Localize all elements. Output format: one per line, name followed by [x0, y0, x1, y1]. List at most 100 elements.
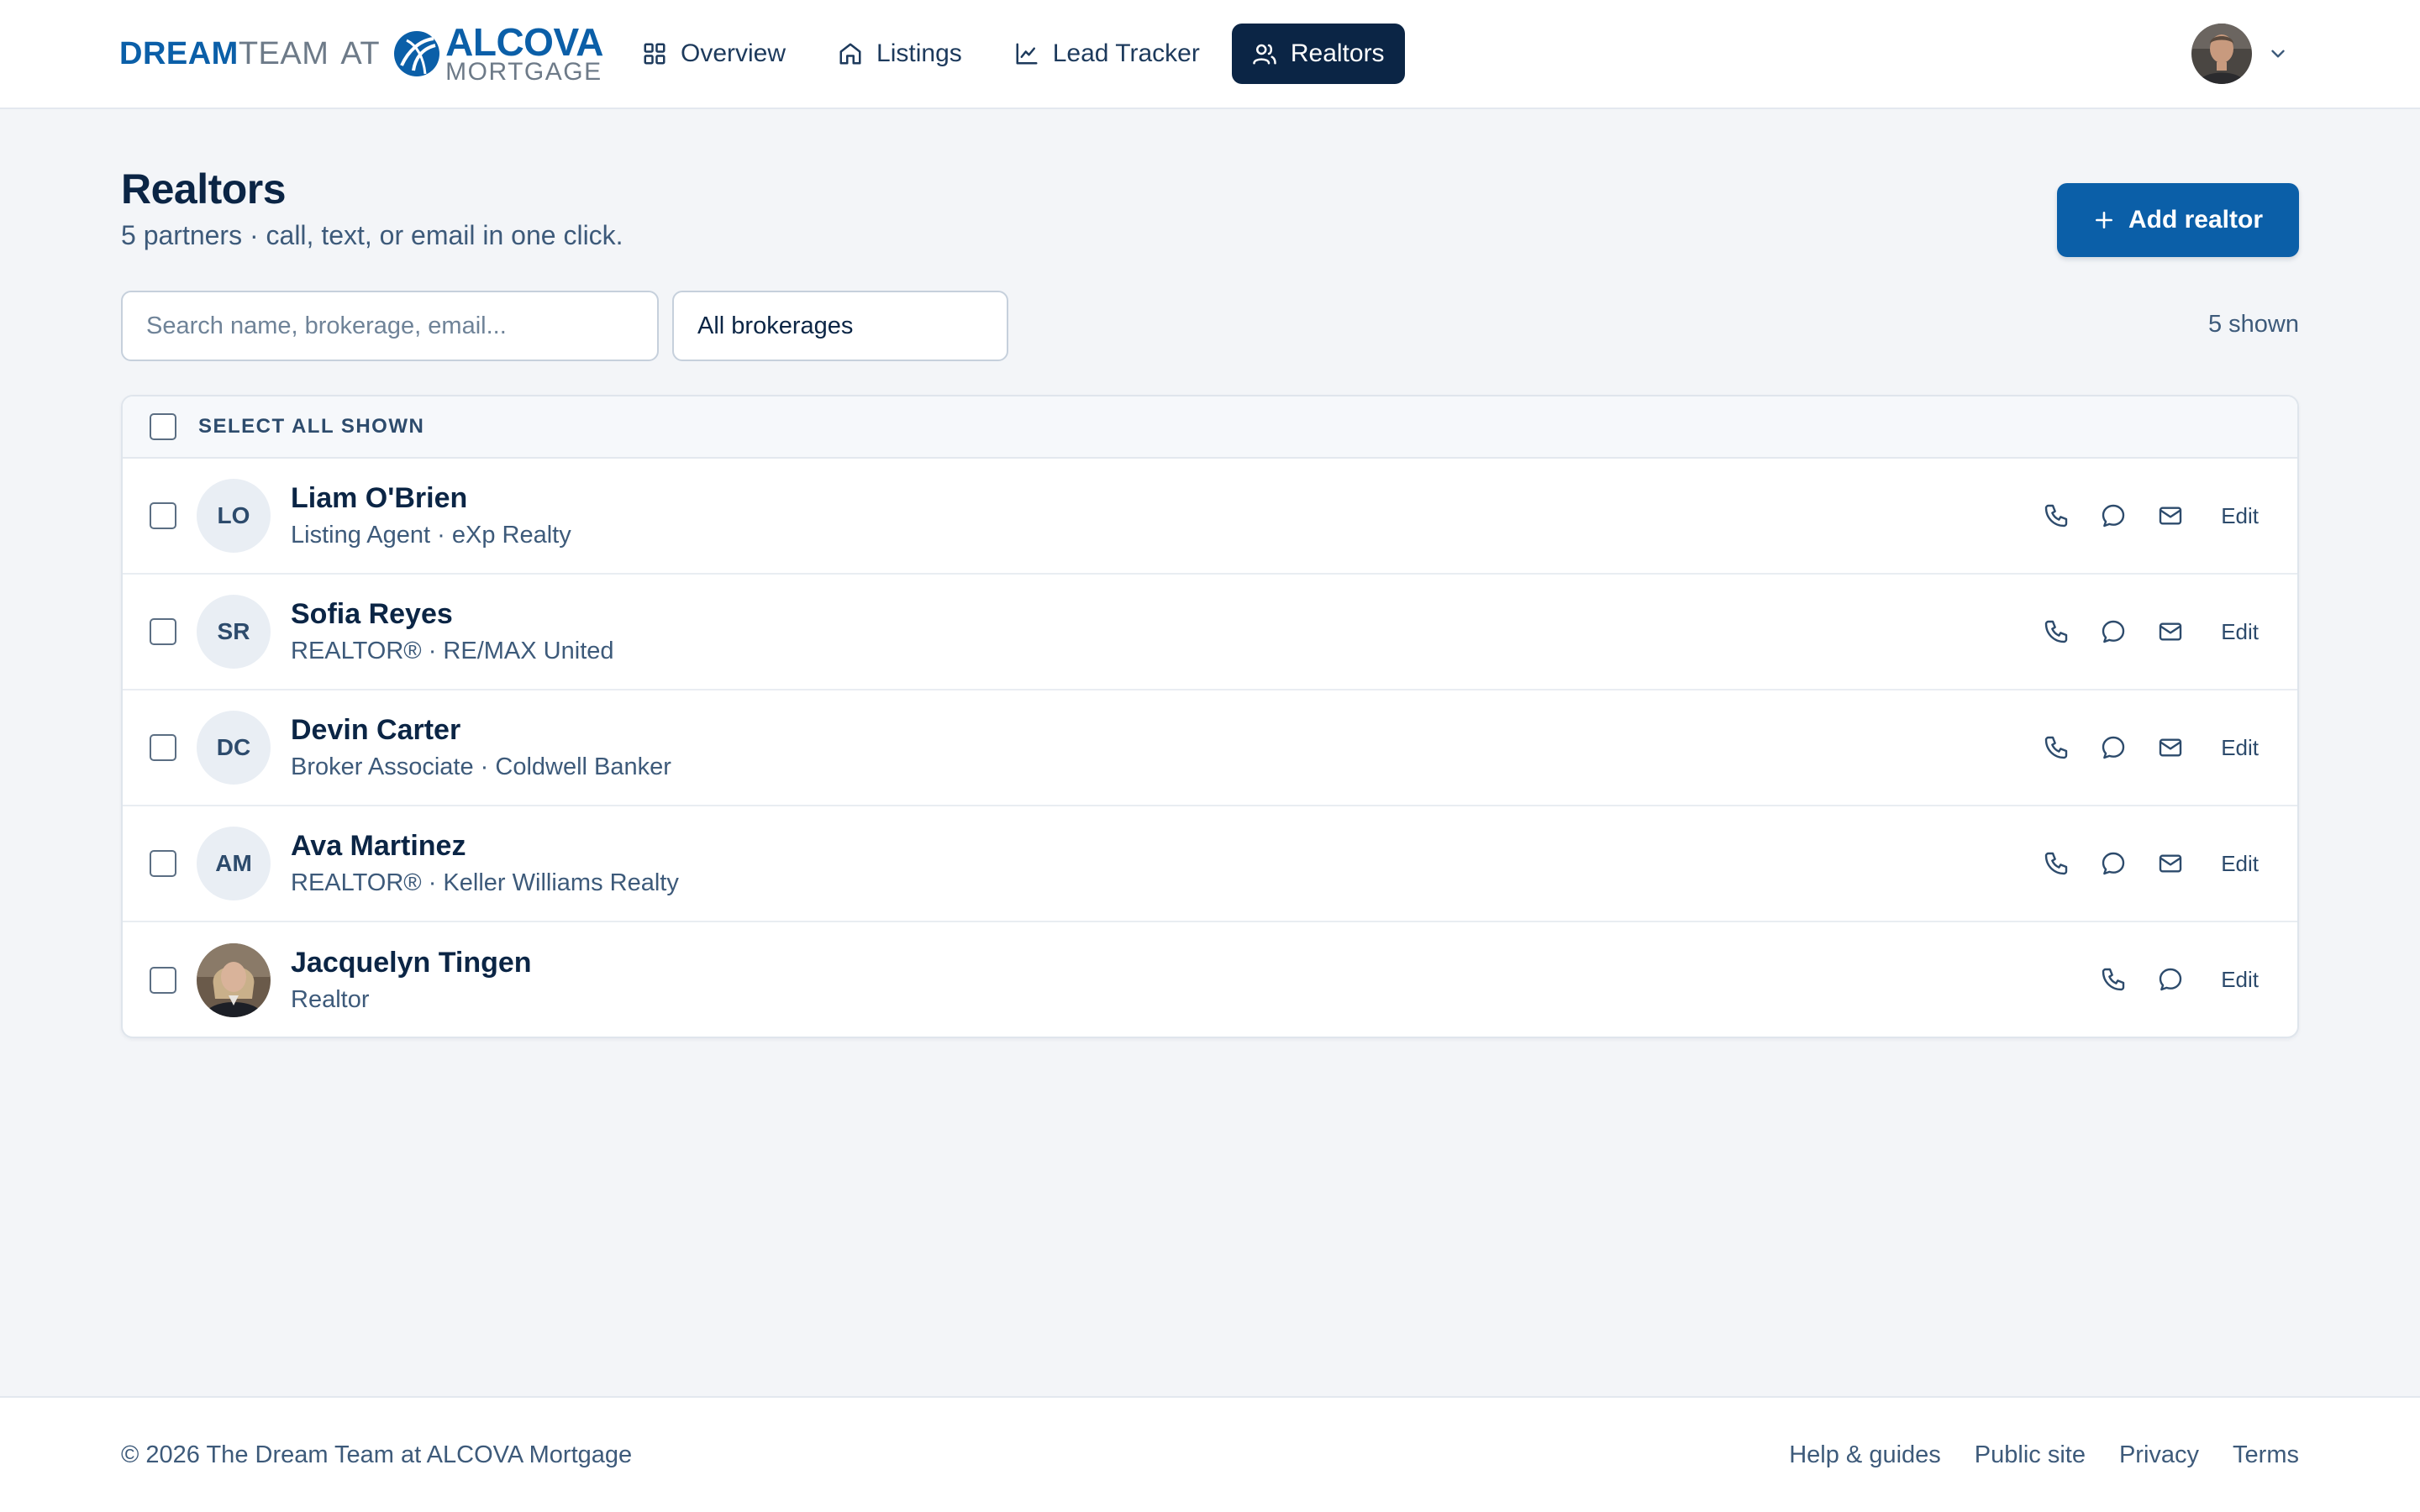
table-header: SELECT ALL SHOWN	[123, 396, 2297, 459]
nav-item-label: Realtors	[1290, 39, 1385, 67]
phone-icon[interactable]	[2043, 502, 2070, 529]
shown-count: 5 shown	[2207, 311, 2299, 338]
footer-links: Help & guides Public site Privacy Terms	[1789, 1441, 2299, 1469]
realtor-meta: REALTOR® · RE/MAX United	[291, 638, 614, 664]
select-all-label: SELECT ALL SHOWN	[198, 415, 425, 438]
user-photo	[2191, 24, 2252, 84]
avatar: DC	[197, 711, 271, 785]
realtor-info: Ava Martinez REALTOR® · Keller Williams …	[291, 830, 679, 897]
realtor-info: Jacquelyn Tingen Realtor	[291, 947, 532, 1014]
search-input[interactable]	[121, 291, 659, 361]
plus-icon	[2096, 212, 2112, 228]
avatar: SR	[197, 595, 271, 669]
top-navigation-bar: DREAM TEAM AT ALCOVA MORTGAGE Overview L…	[0, 0, 2420, 109]
user-menu[interactable]	[2191, 24, 2289, 84]
realtor-name[interactable]: Jacquelyn Tingen	[291, 947, 532, 979]
select-all-checkbox[interactable]	[150, 413, 176, 440]
nav-item-realtors[interactable]: Realtors	[1231, 24, 1405, 84]
phone-icon[interactable]	[2100, 966, 2127, 993]
mail-icon[interactable]	[2157, 734, 2184, 761]
page-title: Realtors	[121, 165, 287, 213]
line-chart-icon	[1016, 43, 1038, 65]
row-checkbox[interactable]	[150, 502, 176, 529]
phone-icon[interactable]	[2043, 734, 2070, 761]
realtor-photo	[197, 943, 271, 1017]
chevron-down-icon[interactable]	[2267, 43, 2289, 65]
row-checkbox[interactable]	[150, 734, 176, 761]
realtor-name[interactable]: Ava Martinez	[291, 830, 679, 863]
realtor-meta: Realtor	[291, 986, 370, 1013]
realtor-info: Sofia Reyes REALTOR® · RE/MAX United	[291, 598, 614, 665]
edit-button[interactable]: Edit	[2221, 735, 2259, 761]
message-icon[interactable]	[2100, 850, 2127, 877]
page-subtitle: 5 partners · call, text, or email in one…	[121, 220, 623, 250]
realtor-info: Liam O'Brien Listing Agent · eXp Realty	[291, 482, 571, 549]
row-checkbox[interactable]	[150, 618, 176, 645]
table-row: SR Sofia Reyes REALTOR® · RE/MAX United …	[123, 575, 2297, 690]
mail-icon[interactable]	[2157, 618, 2184, 645]
phone-icon[interactable]	[2043, 850, 2070, 877]
message-icon[interactable]	[2100, 734, 2127, 761]
table-row: DC Devin Carter Broker Associate · Coldw…	[123, 690, 2297, 806]
edit-button[interactable]: Edit	[2221, 851, 2259, 877]
nav-item-label: Listings	[876, 39, 962, 67]
logo-at-text: AT	[340, 35, 381, 71]
message-icon[interactable]	[2157, 966, 2184, 993]
edit-button[interactable]: Edit	[2221, 503, 2259, 529]
row-actions: Edit	[2100, 922, 2259, 1037]
mail-icon[interactable]	[2157, 502, 2184, 529]
main-nav: Overview Listings Lead Tracker Realtors	[622, 24, 1405, 84]
table-row: AM Ava Martinez REALTOR® · Keller Willia…	[123, 806, 2297, 922]
row-actions: Edit	[2043, 806, 2259, 921]
realtor-meta: Broker Associate · Coldwell Banker	[291, 753, 671, 780]
realtor-name[interactable]: Sofia Reyes	[291, 598, 614, 631]
footer-link-privacy[interactable]: Privacy	[2119, 1441, 2199, 1469]
logo-team-text: TEAM	[238, 35, 329, 71]
logo-dream-text: DREAM	[119, 35, 239, 71]
message-icon[interactable]	[2100, 618, 2127, 645]
nav-item-label: Lead Tracker	[1052, 39, 1200, 67]
realtor-info: Devin Carter Broker Associate · Coldwell…	[291, 714, 671, 781]
avatar: AM	[197, 827, 271, 900]
brokerage-select[interactable]: All brokerages	[672, 291, 1008, 361]
brand-logo[interactable]: DREAM TEAM AT ALCOVA MORTGAGE	[119, 20, 603, 87]
footer-link-public-site[interactable]: Public site	[1975, 1441, 2086, 1469]
row-checkbox[interactable]	[150, 850, 176, 877]
mail-icon[interactable]	[2157, 850, 2184, 877]
table-row: LO Liam O'Brien Listing Agent · eXp Real…	[123, 459, 2297, 575]
avatar: LO	[197, 479, 271, 553]
realtors-table: SELECT ALL SHOWN LO Liam O'Brien Listing…	[121, 395, 2299, 1038]
realtor-name[interactable]: Devin Carter	[291, 714, 671, 747]
footer-link-terms[interactable]: Terms	[2233, 1441, 2299, 1469]
footer: © 2026 The Dream Team at ALCOVA Mortgage…	[0, 1396, 2420, 1512]
avatar	[197, 943, 271, 1017]
nav-item-overview[interactable]: Overview	[622, 24, 806, 84]
table-row: Jacquelyn Tingen Realtor Edit	[123, 922, 2297, 1037]
footer-link-help[interactable]: Help & guides	[1789, 1441, 1941, 1469]
brokerage-select-value: All brokerages	[697, 312, 854, 339]
grid-icon	[644, 43, 666, 65]
realtor-meta: Listing Agent · eXp Realty	[291, 522, 571, 549]
nav-item-listings[interactable]: Listings	[818, 24, 982, 84]
realtor-name[interactable]: Liam O'Brien	[291, 482, 571, 515]
row-actions: Edit	[2043, 575, 2259, 689]
add-realtor-button[interactable]: Add realtor	[2057, 183, 2299, 257]
logo-wordmark: ALCOVA MORTGAGE	[445, 23, 603, 85]
logo-alcova-text: ALCOVA	[445, 20, 603, 64]
nav-item-lead-tracker[interactable]: Lead Tracker	[994, 24, 1220, 84]
logo-mortgage-text: MORTGAGE	[445, 58, 602, 86]
row-actions: Edit	[2043, 459, 2259, 573]
row-actions: Edit	[2043, 690, 2259, 805]
message-icon[interactable]	[2100, 502, 2127, 529]
add-realtor-label: Add realtor	[2128, 206, 2264, 234]
edit-button[interactable]: Edit	[2221, 619, 2259, 645]
phone-icon[interactable]	[2043, 618, 2070, 645]
row-checkbox[interactable]	[150, 967, 176, 994]
home-icon	[839, 43, 861, 65]
user-avatar[interactable]	[2191, 24, 2252, 84]
realtor-meta: REALTOR® · Keller Williams Realty	[291, 869, 679, 896]
users-icon	[1253, 44, 1276, 65]
nav-item-label: Overview	[681, 39, 786, 67]
alcova-globe-icon	[394, 31, 440, 76]
edit-button[interactable]: Edit	[2221, 967, 2259, 993]
